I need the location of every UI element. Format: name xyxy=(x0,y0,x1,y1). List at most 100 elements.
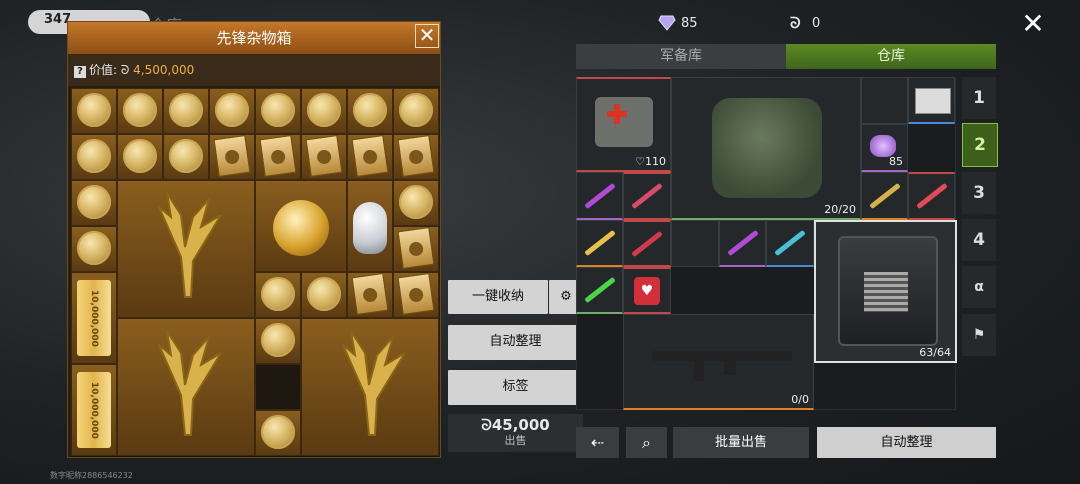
vest-count: 20/20 xyxy=(824,203,856,216)
side-tab-3[interactable]: 3 xyxy=(962,172,996,214)
alpha-tab-icon[interactable]: α xyxy=(962,266,996,308)
coin-icon xyxy=(77,184,111,219)
coin-item[interactable] xyxy=(393,88,439,134)
bird-icon xyxy=(353,201,387,254)
coin-icon xyxy=(307,92,341,127)
rifle-item[interactable]: 0/0 xyxy=(623,314,814,410)
coin-icon xyxy=(261,92,295,127)
coin-icon xyxy=(261,322,295,357)
side-tab-2[interactable]: 2 xyxy=(962,123,998,167)
coin-item[interactable] xyxy=(255,272,301,318)
syringe-item[interactable] xyxy=(576,172,623,220)
side-tab-4[interactable]: 4 xyxy=(962,219,996,261)
coin-icon xyxy=(169,92,203,127)
rifle-count: 0/0 xyxy=(791,393,809,406)
coin-item[interactable] xyxy=(71,88,117,134)
gold-bar-icon: 10,000,000 xyxy=(77,280,111,356)
golden-eagle-item[interactable] xyxy=(117,318,255,456)
search-button[interactable]: ⌕ xyxy=(626,427,667,458)
coin-icon xyxy=(77,138,111,173)
coin-item[interactable] xyxy=(163,88,209,134)
coin-item[interactable] xyxy=(71,134,117,180)
quick-store-button[interactable]: 一键收纳 xyxy=(448,280,548,314)
supply-box-item[interactable]: 63/64 xyxy=(814,220,957,363)
gold-bar-item[interactable]: 10,000,000 xyxy=(71,364,117,456)
special-tab-icon[interactable]: ⚑ xyxy=(962,314,996,356)
empty-slot xyxy=(671,220,719,267)
syringe-icon xyxy=(583,229,616,257)
card-item[interactable] xyxy=(347,134,393,180)
coin-icon xyxy=(353,92,387,127)
syringe-icon xyxy=(868,182,901,209)
coin-item[interactable] xyxy=(163,134,209,180)
auto-sort-warehouse-button[interactable]: 自动整理 xyxy=(817,427,996,458)
golden-eagle-item[interactable] xyxy=(301,318,439,456)
coin-item[interactable] xyxy=(393,180,439,226)
crate-value: 4,500,000 xyxy=(133,63,195,77)
coin-item[interactable] xyxy=(301,272,347,318)
coin-item[interactable] xyxy=(71,180,117,226)
vest-icon xyxy=(712,98,822,198)
help-icon[interactable]: ? xyxy=(74,66,86,78)
coin-icon xyxy=(77,92,111,127)
card-item[interactable] xyxy=(393,226,439,272)
card-item[interactable] xyxy=(393,272,439,318)
user-id: 数字昵称2886546232 xyxy=(50,471,133,480)
card-icon xyxy=(397,273,435,316)
syringe-item[interactable] xyxy=(576,220,623,267)
heart-case-item[interactable]: ♥ xyxy=(623,267,671,314)
close-icon[interactable]: ✕ xyxy=(1018,10,1048,40)
syringe-item[interactable] xyxy=(623,172,671,220)
crate-close-button[interactable]: ✕ xyxy=(415,24,439,48)
coin-item[interactable] xyxy=(255,410,301,456)
side-tab-1[interactable]: 1 xyxy=(962,77,996,119)
crate-value-bar: ? 价值: ᘐ 4,500,000 xyxy=(68,54,440,86)
syringe-item[interactable] xyxy=(766,220,814,267)
card-item[interactable] xyxy=(393,134,439,180)
gold-bar-item[interactable]: 10,000,000 xyxy=(71,272,117,364)
syringe-item[interactable] xyxy=(908,172,955,220)
sell-button[interactable]: ᘐ45,000 出售 xyxy=(448,414,583,452)
card-item[interactable] xyxy=(347,272,393,318)
syringe-item[interactable] xyxy=(576,267,623,314)
gem-icon xyxy=(870,135,896,157)
syringe-icon xyxy=(774,229,806,257)
coin-count: 0 xyxy=(812,16,821,31)
coin-icon xyxy=(307,276,341,311)
photo-item[interactable] xyxy=(908,77,955,124)
coin-item[interactable] xyxy=(71,226,117,272)
coin-item[interactable] xyxy=(255,318,301,364)
card-icon xyxy=(213,135,251,178)
golden-eagle-item[interactable] xyxy=(117,180,255,318)
tab-warehouse[interactable]: 仓库 xyxy=(786,44,996,69)
syringe-item[interactable] xyxy=(623,220,671,267)
box-count: 63/64 xyxy=(919,346,951,359)
golden-robot-item[interactable] xyxy=(255,180,347,272)
coin-item[interactable] xyxy=(255,88,301,134)
coin-item[interactable] xyxy=(117,88,163,134)
tactical-vest-item[interactable]: 20/20 xyxy=(671,77,861,220)
coin-item[interactable] xyxy=(347,88,393,134)
diamond-count: 85 xyxy=(681,16,698,31)
coin-item[interactable] xyxy=(209,88,255,134)
medkit-bag-item[interactable]: ♡110 xyxy=(576,77,671,172)
card-icon xyxy=(351,273,389,316)
eagle-icon xyxy=(325,325,415,449)
syringe-item[interactable] xyxy=(861,172,908,220)
heart-icon: ♥ xyxy=(634,277,660,305)
coin-item[interactable] xyxy=(117,134,163,180)
coin-item[interactable] xyxy=(301,88,347,134)
coin-currency-icon: ᘐ xyxy=(790,14,801,32)
gem-item[interactable]: 85 xyxy=(861,124,908,172)
coin-icon xyxy=(215,92,249,127)
card-item[interactable] xyxy=(301,134,347,180)
syringe-item[interactable] xyxy=(719,220,766,267)
back-arrow-button[interactable]: ⇠ xyxy=(576,427,619,458)
card-item[interactable] xyxy=(255,134,301,180)
batch-sell-button[interactable]: 批量出售 xyxy=(673,427,809,458)
auto-sort-button[interactable]: 自动整理 xyxy=(448,325,583,360)
tag-button[interactable]: 标签 xyxy=(448,370,583,405)
card-item[interactable] xyxy=(209,134,255,180)
silver-bird-item[interactable] xyxy=(347,180,393,272)
tab-armory[interactable]: 军备库 xyxy=(576,44,786,69)
